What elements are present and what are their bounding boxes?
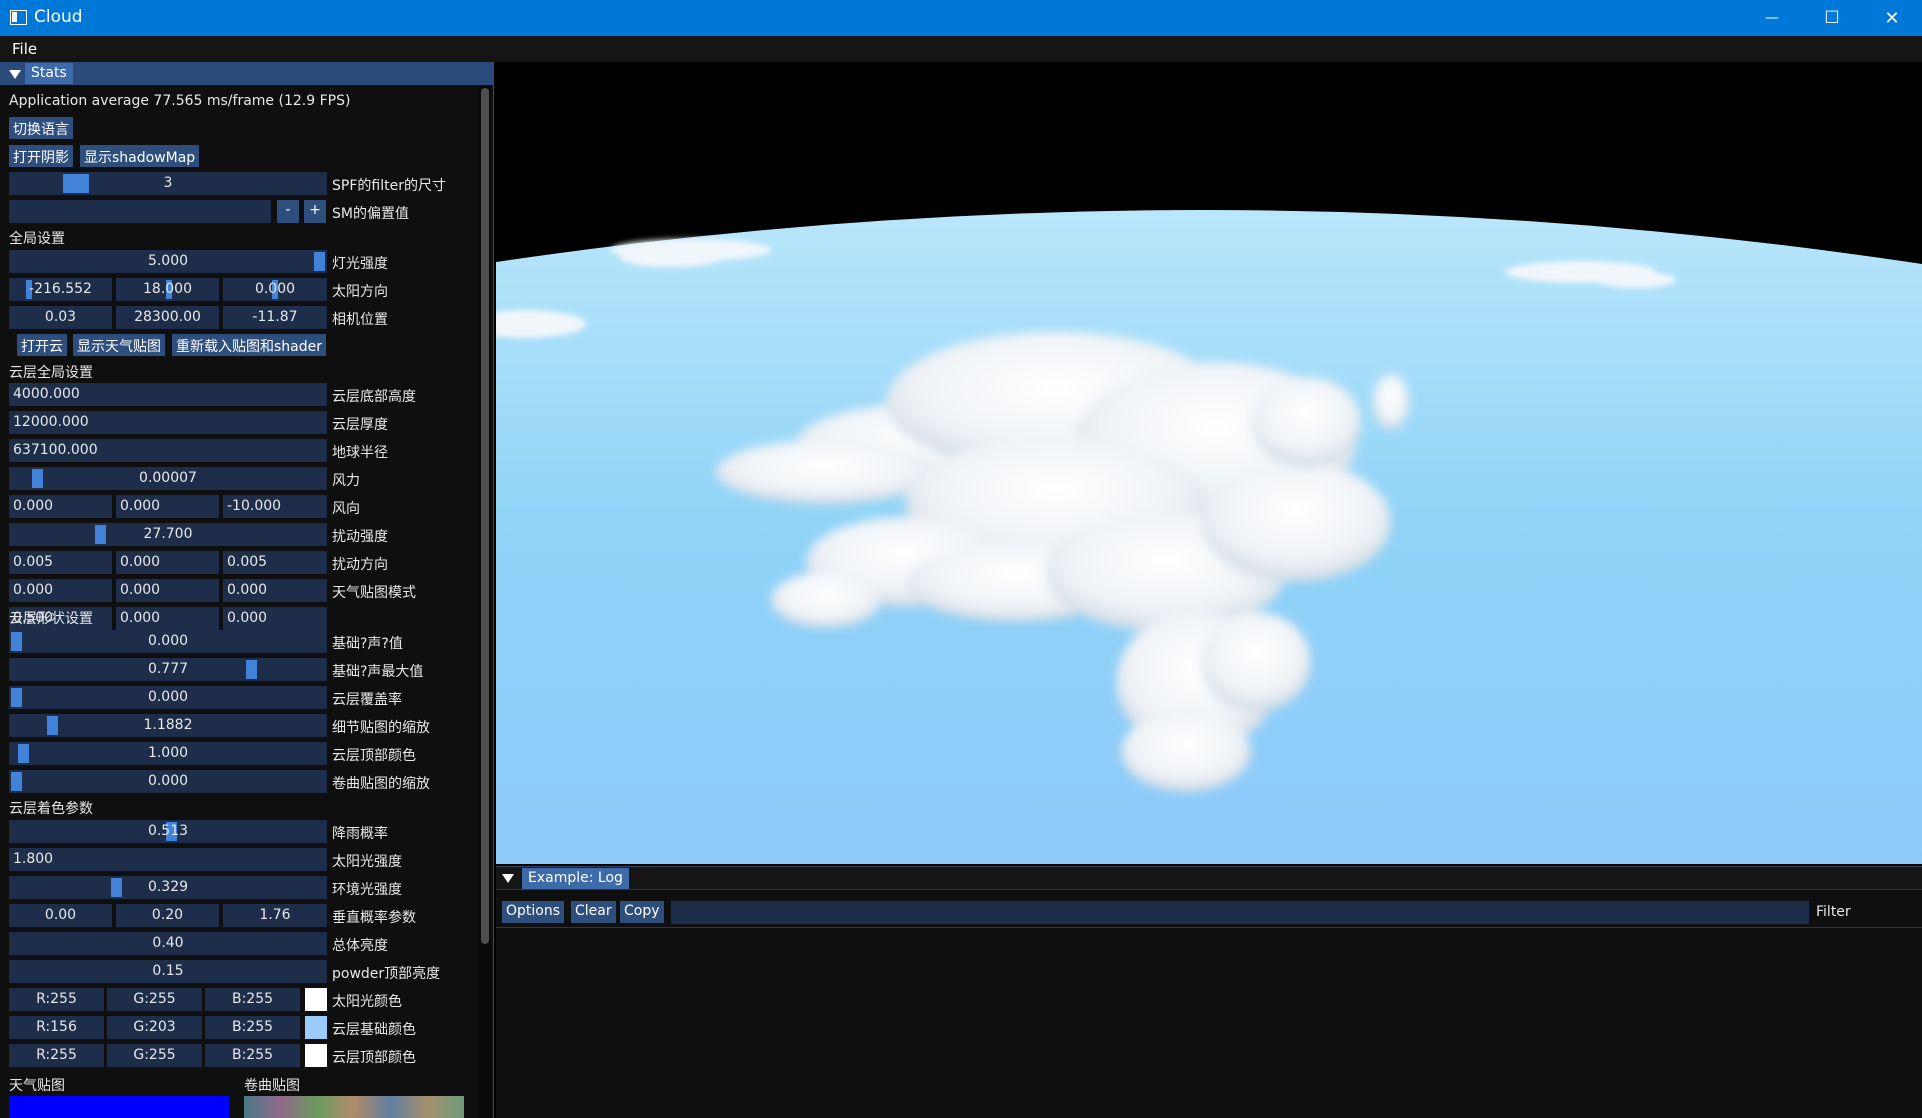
- copy-button[interactable]: Copy: [620, 901, 664, 923]
- cloud-render-image: [496, 62, 1922, 864]
- tab-example-log[interactable]: Example: Log: [522, 868, 629, 889]
- detail-scale-label: 细节贴图的缩放: [332, 720, 430, 736]
- sun-color-g[interactable]: G:255: [107, 988, 202, 1011]
- cloud-base-color-g[interactable]: G:203: [107, 1016, 202, 1039]
- base-noise-value-value: 0.000: [147, 633, 189, 649]
- rain-probability-slider[interactable]: 0.513: [9, 820, 327, 843]
- sun-color-label: 太阳光颜色: [332, 994, 402, 1010]
- cloud-base-color-swatch[interactable]: [305, 1016, 327, 1039]
- cloud-top-color-slider[interactable]: 1.000: [9, 742, 327, 765]
- base-noise-value-label: 基础?声?值: [332, 636, 403, 652]
- powder-top-input[interactable]: 0.15: [9, 960, 327, 983]
- base-noise-max-label: 基础?声最大值: [332, 664, 424, 680]
- log-output-area[interactable]: [496, 929, 1922, 1118]
- close-icon: ✕: [1884, 7, 1900, 29]
- cloud-coverage-label: 云层覆盖率: [332, 692, 402, 708]
- log-panel: Example: Log Options Clear Copy Filter: [496, 866, 1922, 1118]
- powder-top-label: powder顶部亮度: [332, 966, 441, 982]
- cloud-top-color-label: 云层顶部颜色: [332, 748, 416, 764]
- maximize-button[interactable]: ☐: [1802, 0, 1862, 36]
- minimize-icon: —: [1765, 10, 1779, 26]
- cloud-top-rgb-label: 云层顶部颜色: [332, 1050, 416, 1066]
- close-button[interactable]: ✕: [1862, 0, 1922, 36]
- slider-grab[interactable]: [47, 716, 58, 735]
- cloud-top-color-b[interactable]: B:255: [205, 1044, 300, 1067]
- slider-grab[interactable]: [11, 632, 22, 651]
- stats-panel-shape-shading: 云层形状设置 0.000 基础?声?值 0.777 基础?声最大值 0.000 …: [0, 62, 494, 1118]
- cloud-base-color-b[interactable]: B:255: [205, 1016, 300, 1039]
- slider-grab[interactable]: [18, 744, 29, 763]
- slider-grab[interactable]: [111, 878, 122, 897]
- sun-color-b[interactable]: B:255: [205, 988, 300, 1011]
- maximize-icon: ☐: [1824, 8, 1840, 28]
- cloud-base-color-label: 云层基础颜色: [332, 1022, 416, 1038]
- base-noise-max-slider[interactable]: 0.777: [9, 658, 327, 681]
- app-icon: [10, 10, 27, 25]
- cloud-top-color-value: 1.000: [147, 745, 189, 761]
- clear-button[interactable]: Clear: [571, 901, 616, 923]
- menu-bar: File: [0, 36, 1922, 62]
- filter-label: Filter: [1816, 904, 1851, 920]
- render-viewport[interactable]: [496, 62, 1922, 864]
- slider-grab[interactable]: [11, 772, 22, 791]
- sun-intensity-label: 太阳光强度: [332, 854, 402, 870]
- sun-color-r[interactable]: R:255: [9, 988, 104, 1011]
- slider-grab[interactable]: [11, 688, 22, 707]
- collapse-arrow-icon[interactable]: [502, 874, 514, 883]
- rain-probability-value: 0.513: [147, 823, 189, 839]
- ambient-intensity-value: 0.329: [147, 879, 189, 895]
- rain-probability-label: 降雨概率: [332, 826, 388, 842]
- sun-color-swatch[interactable]: [305, 988, 327, 1011]
- cloud-top-color-r[interactable]: R:255: [9, 1044, 104, 1067]
- options-button[interactable]: Options: [502, 901, 565, 923]
- detail-scale-value: 1.1882: [143, 717, 193, 733]
- log-divider: [496, 927, 1922, 928]
- detail-scale-slider[interactable]: 1.1882: [9, 714, 327, 737]
- curl-map-preview-label: 卷曲贴图: [244, 1078, 300, 1094]
- cloud-base-color-r[interactable]: R:156: [9, 1016, 104, 1039]
- window-title: Cloud: [34, 7, 83, 27]
- ambient-intensity-slider[interactable]: 0.329: [9, 876, 327, 899]
- base-noise-value-slider[interactable]: 0.000: [9, 630, 327, 653]
- vertical-prob-x[interactable]: 0.00: [9, 904, 112, 927]
- curl-scale-label: 卷曲贴图的缩放: [332, 776, 430, 792]
- section-cloud-shading: 云层着色参数: [9, 801, 93, 817]
- curl-scale-slider[interactable]: 0.000: [9, 770, 327, 793]
- vertical-prob-y[interactable]: 0.20: [116, 904, 219, 927]
- overall-brightness-input[interactable]: 0.40: [9, 932, 327, 955]
- ambient-intensity-label: 环境光强度: [332, 882, 402, 898]
- cloud-top-color-g[interactable]: G:255: [107, 1044, 202, 1067]
- vertical-prob-z[interactable]: 1.76: [223, 904, 327, 927]
- curl-map-preview: [244, 1096, 464, 1118]
- base-noise-max-value: 0.777: [147, 661, 189, 677]
- cloud-coverage-slider[interactable]: 0.000: [9, 686, 327, 709]
- section-cloud-shape-settings: 云层形状设置: [9, 611, 93, 627]
- log-panel-header: Example: Log: [496, 867, 1922, 890]
- slider-grab[interactable]: [246, 660, 257, 679]
- weather-map-preview-label: 天气贴图: [9, 1078, 65, 1094]
- cloud-top-color-swatch[interactable]: [305, 1044, 327, 1067]
- menu-file[interactable]: File: [12, 40, 37, 58]
- minimize-button[interactable]: —: [1742, 0, 1802, 36]
- overall-brightness-label: 总体亮度: [332, 938, 388, 954]
- weather-map-preview: [9, 1096, 229, 1118]
- title-bar: Cloud — ☐ ✕: [0, 0, 1922, 36]
- cloud-coverage-value: 0.000: [147, 689, 189, 705]
- curl-scale-value: 0.000: [147, 773, 189, 789]
- vertical-prob-label: 垂直概率参数: [332, 910, 416, 926]
- filter-input[interactable]: [671, 901, 1809, 924]
- sun-intensity-input[interactable]: 1.800: [9, 848, 327, 871]
